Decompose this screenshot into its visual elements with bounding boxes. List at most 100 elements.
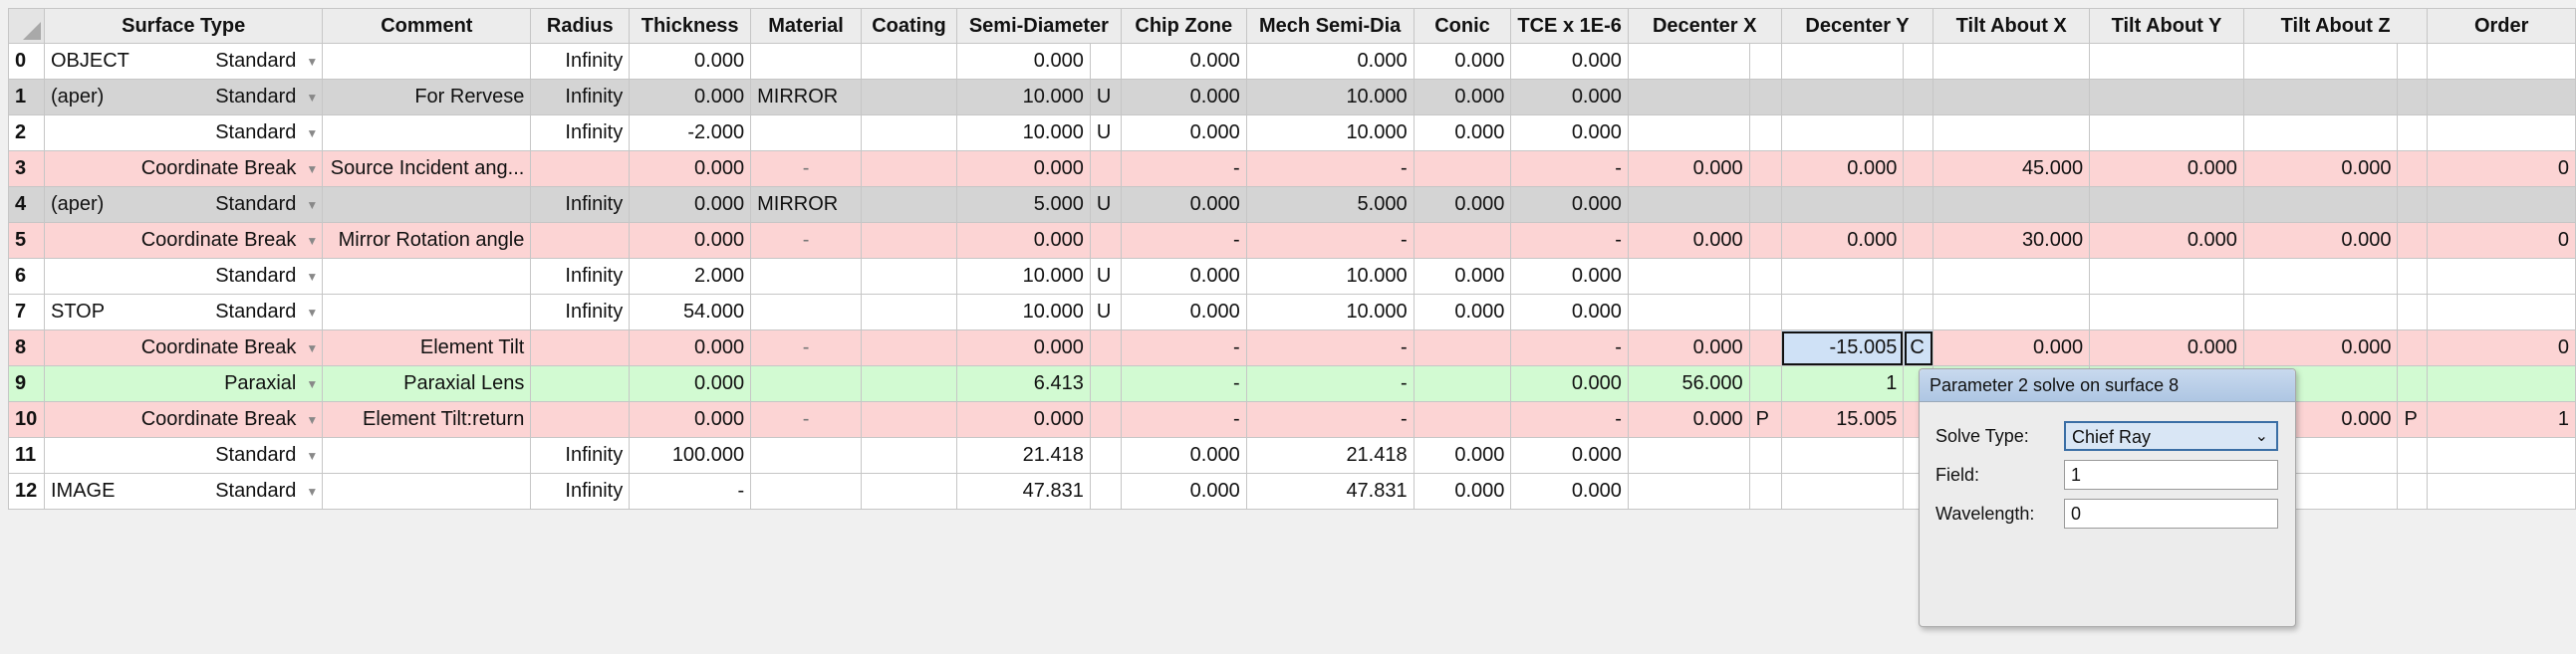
order-cell[interactable] — [2427, 79, 2576, 115]
chip-zone-cell[interactable]: 0.000 — [1120, 43, 1247, 80]
coating-cell[interactable] — [860, 79, 957, 115]
tilt-about-z-cell[interactable] — [2242, 294, 2399, 330]
semi-diameter-cell[interactable]: 5.000 — [955, 186, 1091, 223]
comment-cell[interactable] — [322, 258, 532, 295]
column-header-semi-diameter[interactable]: Semi-Diameter — [955, 8, 1122, 44]
tilt-about-z-cell[interactable] — [2242, 43, 2399, 80]
semi-diameter-solve-flag[interactable] — [1089, 329, 1122, 366]
chip-zone-cell[interactable]: - — [1120, 401, 1247, 438]
triangle-down-icon[interactable]: ▼ — [306, 55, 318, 69]
surface-type-cell[interactable]: (aper) Standard ▼ — [43, 186, 324, 223]
surface-row[interactable]: 8 Coordinate Break ▼ Element Tilt 0.000-0.00… — [8, 329, 2576, 366]
decenter-x-cell[interactable] — [1627, 114, 1750, 151]
order-cell[interactable]: 0 — [2427, 150, 2576, 187]
row-number[interactable]: 12 — [8, 473, 45, 510]
decenter-x-solve-flag[interactable] — [1748, 150, 1782, 187]
surface-row[interactable]: 1 (aper) Standard ▼ For Rervese Infinity 0.000… — [8, 79, 2576, 115]
thickness-cell[interactable]: 0.000 — [629, 43, 752, 80]
mech-semi-dia-cell[interactable]: 10.000 — [1245, 294, 1415, 330]
coating-cell[interactable] — [860, 473, 957, 510]
semi-diameter-solve-flag[interactable] — [1089, 150, 1122, 187]
tilt-about-z-cell[interactable]: 0.000 — [2242, 222, 2399, 259]
decenter-x-cell[interactable] — [1627, 437, 1750, 474]
tce-cell[interactable]: - — [1510, 150, 1629, 187]
row-number[interactable]: 3 — [8, 150, 45, 187]
column-header-chip-zone[interactable]: Chip Zone — [1120, 8, 1247, 44]
tilt-about-x-cell[interactable] — [1932, 294, 2091, 330]
tilt-about-z-cell[interactable]: 0.000 — [2242, 150, 2399, 187]
comment-cell[interactable] — [322, 43, 532, 80]
semi-diameter-solve-flag[interactable]: U — [1089, 186, 1122, 223]
conic-cell[interactable]: 0.000 — [1413, 294, 1512, 330]
semi-diameter-solve-flag[interactable] — [1089, 365, 1122, 402]
triangle-down-icon[interactable]: ▼ — [306, 449, 318, 463]
comment-cell[interactable]: Element Tilt:return — [322, 401, 532, 438]
mech-semi-dia-cell[interactable]: 47.831 — [1245, 473, 1415, 510]
tilt-about-y-cell[interactable] — [2089, 294, 2244, 330]
decenter-x-cell[interactable] — [1627, 79, 1750, 115]
column-header-surface-type[interactable]: Surface Type — [43, 8, 324, 44]
coating-cell[interactable] — [860, 150, 957, 187]
chip-zone-cell[interactable]: - — [1120, 365, 1247, 402]
triangle-down-icon[interactable]: ▼ — [306, 341, 318, 355]
column-header-material[interactable]: Material — [750, 8, 862, 44]
decenter-y-cell[interactable] — [1780, 258, 1905, 295]
conic-cell[interactable]: 0.000 — [1413, 437, 1512, 474]
tilt-about-y-cell[interactable] — [2089, 43, 2244, 80]
chip-zone-cell[interactable]: 0.000 — [1120, 258, 1247, 295]
row-number[interactable]: 1 — [8, 79, 45, 115]
conic-cell[interactable] — [1413, 222, 1512, 259]
mech-semi-dia-cell[interactable]: - — [1245, 365, 1415, 402]
radius-cell[interactable]: Infinity — [530, 186, 631, 223]
radius-cell[interactable] — [530, 365, 631, 402]
decenter-y-solve-flag[interactable]: C — [1903, 329, 1934, 366]
semi-diameter-solve-flag[interactable] — [1089, 401, 1122, 438]
tilt-about-z-solve-flag[interactable] — [2397, 294, 2429, 330]
thickness-cell[interactable]: 2.000 — [629, 258, 752, 295]
semi-diameter-solve-flag[interactable]: U — [1089, 114, 1122, 151]
solve-type-select[interactable]: Chief Ray ⌄ — [2064, 421, 2278, 451]
decenter-y-solve-flag[interactable] — [1903, 294, 1934, 330]
decenter-x-cell[interactable]: 0.000 — [1627, 150, 1750, 187]
tilt-about-z-cell[interactable] — [2242, 114, 2399, 151]
triangle-down-icon[interactable]: ▼ — [306, 91, 318, 105]
order-cell[interactable] — [2427, 258, 2576, 295]
material-cell[interactable] — [750, 473, 862, 510]
surface-row[interactable]: 7 STOP Standard ▼ Infinity 54.000 10.000 U 0.000… — [8, 294, 2576, 330]
order-cell[interactable] — [2427, 437, 2576, 474]
comment-cell[interactable]: Element Tilt — [322, 329, 532, 366]
semi-diameter-cell[interactable]: 0.000 — [955, 150, 1091, 187]
semi-diameter-cell[interactable]: 6.413 — [955, 365, 1091, 402]
triangle-down-icon[interactable]: ▼ — [306, 198, 318, 212]
tce-cell[interactable]: 0.000 — [1510, 43, 1629, 80]
field-input[interactable]: 1 — [2064, 460, 2278, 490]
conic-cell[interactable]: 0.000 — [1413, 79, 1512, 115]
mech-semi-dia-cell[interactable]: - — [1245, 222, 1415, 259]
surface-row[interactable]: 4 (aper) Standard ▼ Infinity 0.000 MIRROR 5.000… — [8, 186, 2576, 223]
surface-type-cell[interactable]: IMAGE Standard ▼ — [43, 473, 324, 510]
material-cell[interactable] — [750, 437, 862, 474]
row-number[interactable]: 6 — [8, 258, 45, 295]
thickness-cell[interactable]: 0.000 — [629, 186, 752, 223]
tilt-about-x-cell[interactable] — [1932, 79, 2091, 115]
order-cell[interactable]: 0 — [2427, 329, 2576, 366]
triangle-down-icon[interactable]: ▼ — [306, 485, 318, 499]
material-cell[interactable] — [750, 114, 862, 151]
tilt-about-y-cell[interactable]: 0.000 — [2089, 150, 2244, 187]
surface-type-cell[interactable]: Coordinate Break ▼ — [43, 401, 324, 438]
decenter-y-solve-flag[interactable] — [1903, 222, 1934, 259]
radius-cell[interactable]: Infinity — [530, 294, 631, 330]
tilt-about-z-cell[interactable] — [2242, 79, 2399, 115]
material-cell[interactable] — [750, 43, 862, 80]
tilt-about-y-cell[interactable] — [2089, 186, 2244, 223]
semi-diameter-cell[interactable]: 0.000 — [955, 329, 1091, 366]
surface-type-cell[interactable]: (aper) Standard ▼ — [43, 79, 324, 115]
decenter-x-cell[interactable]: 0.000 — [1627, 329, 1750, 366]
decenter-y-cell[interactable] — [1780, 79, 1905, 115]
triangle-down-icon[interactable]: ▼ — [306, 413, 318, 427]
row-number[interactable]: 5 — [8, 222, 45, 259]
tce-cell[interactable]: 0.000 — [1510, 473, 1629, 510]
comment-cell[interactable] — [322, 186, 532, 223]
mech-semi-dia-cell[interactable]: - — [1245, 401, 1415, 438]
tilt-about-y-cell[interactable]: 0.000 — [2089, 222, 2244, 259]
